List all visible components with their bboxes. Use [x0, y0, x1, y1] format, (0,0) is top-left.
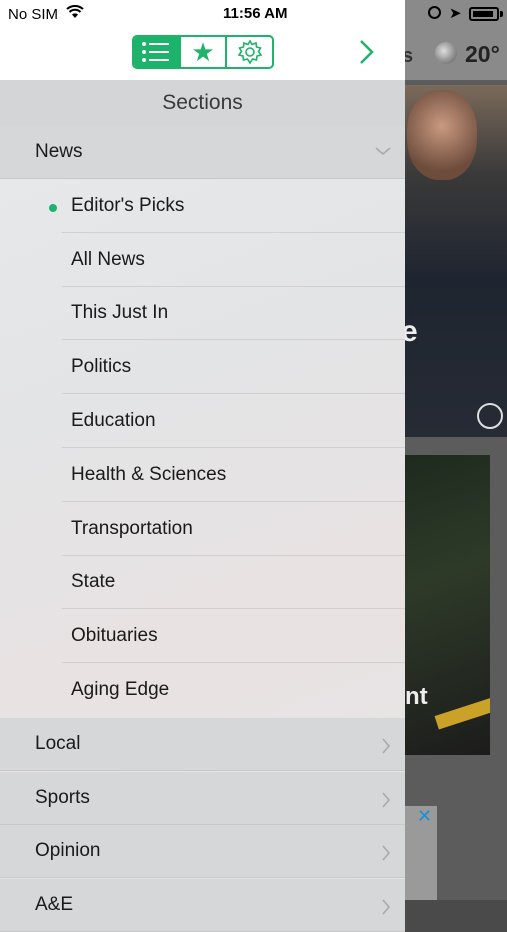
background-photo-2[interactable]: nt — [405, 455, 490, 755]
subsection-item[interactable]: Obituaries — [0, 610, 405, 664]
orientation-lock-icon — [428, 6, 441, 19]
drawer-segmented-control: ★ — [132, 35, 274, 69]
section-item[interactable]: A&E — [0, 879, 405, 932]
settings-tab[interactable] — [227, 37, 272, 67]
photo-caption-2: nt — [405, 683, 428, 710]
subsection-item[interactable]: Politics — [0, 341, 405, 395]
clock: 11:56 AM — [223, 5, 288, 22]
subsection-label: State — [71, 571, 116, 593]
favorites-tab[interactable]: ★ — [181, 37, 228, 67]
subsection-item[interactable]: This Just In — [0, 287, 405, 341]
battery-icon — [469, 7, 499, 21]
star-icon: ★ — [191, 37, 215, 67]
chevron-right-icon — [382, 792, 391, 808]
sections-tab[interactable] — [134, 37, 181, 67]
ad-close-icon[interactable]: ✕ — [417, 806, 432, 827]
list-icon — [142, 42, 170, 62]
subsection-label: Obituaries — [71, 625, 158, 647]
chevron-right-icon — [382, 899, 391, 915]
section-item[interactable]: Local — [0, 717, 405, 771]
chevron-right-icon[interactable] — [356, 38, 378, 66]
subsection-item[interactable]: All News — [0, 234, 405, 287]
weather-icon — [435, 42, 457, 64]
photo-face — [407, 90, 477, 180]
temperature: 20° — [465, 41, 500, 67]
subsection-label: All News — [71, 248, 145, 270]
chevron-right-icon — [382, 845, 391, 861]
section-label: Sports — [35, 786, 90, 808]
subsection-item[interactable]: Transportation — [0, 503, 405, 556]
section-label: Opinion — [35, 840, 101, 862]
gallery-icon[interactable] — [477, 403, 503, 429]
section-item[interactable]: Opinion — [0, 825, 405, 879]
sections-title: Sections — [0, 80, 405, 126]
background-photo[interactable]: e — [405, 85, 507, 437]
subsection-label: Education — [71, 410, 156, 431]
subsection-label: This Just In — [71, 302, 169, 324]
subsection-label: Politics — [71, 356, 132, 378]
gear-icon — [237, 39, 263, 65]
section-label: A&E — [35, 894, 74, 916]
subsection-label: Health & Sciences — [71, 463, 227, 485]
status-bar: No SIM 11:56 AM — [0, 0, 405, 28]
section-label: News — [35, 141, 83, 162]
subsection-label: Transportation — [71, 517, 193, 539]
carrier-label: No SIM — [8, 6, 59, 23]
chevron-down-icon — [375, 147, 391, 156]
background-header: s 20° — [402, 28, 507, 80]
section-item[interactable]: Sports — [0, 771, 405, 825]
wifi-icon — [66, 5, 84, 18]
battery-tip — [500, 11, 503, 17]
photo-stripe — [434, 694, 490, 730]
subsection-item[interactable]: Education — [0, 395, 405, 448]
photo-caption: e — [405, 315, 418, 348]
subsection-item[interactable]: Aging Edge — [0, 664, 405, 717]
status-bar-right: ➤ — [405, 0, 507, 28]
selected-indicator — [49, 203, 57, 212]
subsection-item[interactable]: State — [0, 556, 405, 610]
subsection-item[interactable]: Editor's Picks — [0, 180, 405, 233]
chevron-right-icon — [382, 738, 391, 754]
subsection-label: Editor's Picks — [71, 194, 185, 216]
drawer-toolbar: ★ — [0, 28, 405, 80]
section-news[interactable]: News — [0, 126, 405, 179]
location-icon: ➤ — [449, 5, 462, 22]
section-label: Local — [35, 732, 81, 754]
subsection-item[interactable]: Health & Sciences — [0, 449, 405, 502]
subsection-label: Aging Edge — [71, 679, 170, 700]
